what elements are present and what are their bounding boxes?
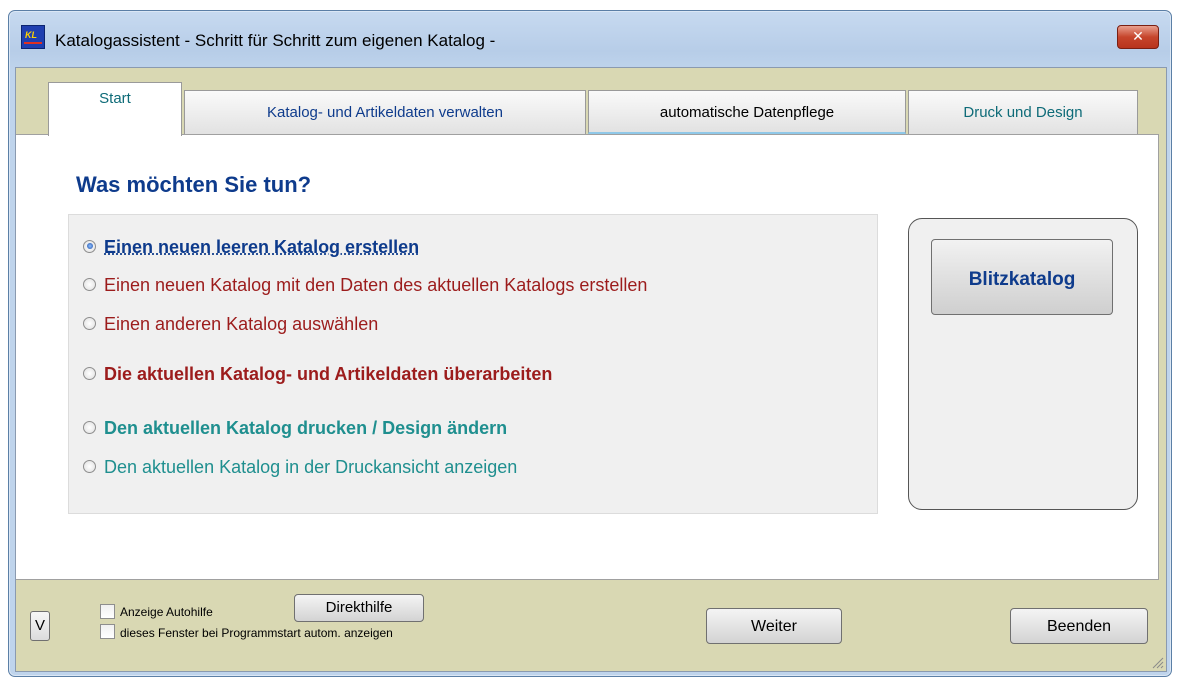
tab-label: Katalog- und Artikeldaten verwalten — [267, 104, 503, 121]
client-area: Start Katalog- und Artikeldaten verwalte… — [15, 67, 1167, 672]
weiter-button[interactable]: Weiter — [706, 608, 842, 644]
blitzkatalog-button[interactable]: Blitzkatalog — [931, 239, 1113, 315]
title-bar[interactable]: KL Katalogassistent - Schritt für Schrit… — [9, 11, 1171, 67]
page-title: Was möchten Sie tun? — [76, 172, 312, 197]
radio-icon[interactable] — [83, 277, 96, 291]
tab-katalog-artikeldaten[interactable]: Katalog- und Artikeldaten verwalten — [184, 90, 586, 134]
option-label: Den aktuellen Katalog drucken / Design ä… — [104, 418, 508, 438]
blitz-frame: Blitzkatalog — [908, 218, 1138, 510]
option-anderen-katalog[interactable]: Einen anderen Katalog auswählen — [83, 314, 378, 335]
tab-label: automatische Datenpflege — [659, 104, 835, 121]
option-label: Einen neuen Katalog mit den Daten des ak… — [104, 275, 648, 295]
startup-checkbox[interactable] — [100, 624, 115, 639]
direkthilfe-button[interactable]: Direkthilfe — [294, 594, 424, 622]
option-label: Einen neuen leeren Katalog erstellen — [104, 237, 420, 257]
option-label: Die aktuellen Katalog- und Artikeldaten … — [104, 364, 553, 384]
tab-start[interactable]: Start — [48, 82, 182, 136]
tab-datenpflege[interactable]: automatische Datenpflege — [588, 90, 906, 134]
option-drucken-design[interactable]: Den aktuellen Katalog drucken / Design ä… — [83, 418, 507, 439]
tab-druck-design[interactable]: Druck und Design — [908, 90, 1138, 134]
close-button[interactable]: ✕ — [1117, 25, 1159, 49]
tab-label: Druck und Design — [963, 104, 1083, 121]
radio-checked-icon[interactable] — [83, 239, 96, 253]
resize-grip-icon[interactable] — [1150, 655, 1164, 669]
window-title: Katalogassistent - Schritt für Schritt z… — [55, 31, 496, 50]
tab-strip: Start Katalog- und Artikeldaten verwalte… — [38, 78, 1138, 136]
radio-icon[interactable] — [83, 366, 96, 380]
radio-icon[interactable] — [83, 316, 96, 330]
options-group: Einen neuen leeren Katalog erstellen Ein… — [68, 214, 878, 514]
svg-text:KL: KL — [25, 30, 37, 40]
tab-label: Start — [99, 90, 131, 107]
wizard-window: KL Katalogassistent - Schritt für Schrit… — [8, 10, 1172, 677]
app-icon: KL — [21, 25, 45, 49]
close-icon: ✕ — [1132, 29, 1144, 45]
option-label: Den aktuellen Katalog in der Druckansich… — [104, 457, 518, 477]
autohilfe-label: Anzeige Autohilfe — [120, 605, 213, 619]
option-label: Einen anderen Katalog auswählen — [104, 314, 379, 334]
radio-icon[interactable] — [83, 459, 96, 473]
option-druckansicht[interactable]: Den aktuellen Katalog in der Druckansich… — [83, 457, 517, 478]
v-button[interactable]: V — [30, 611, 50, 641]
beenden-button[interactable]: Beenden — [1010, 608, 1148, 644]
radio-icon[interactable] — [83, 420, 96, 434]
option-katalog-mit-daten[interactable]: Einen neuen Katalog mit den Daten des ak… — [83, 275, 647, 296]
autohilfe-checkbox[interactable] — [100, 604, 115, 619]
startup-label: dieses Fenster bei Programmstart autom. … — [120, 626, 393, 640]
option-neuer-leerer-katalog[interactable]: Einen neuen leeren Katalog erstellen — [83, 237, 419, 258]
option-daten-ueberarbeiten[interactable]: Die aktuellen Katalog- und Artikeldaten … — [83, 364, 552, 385]
